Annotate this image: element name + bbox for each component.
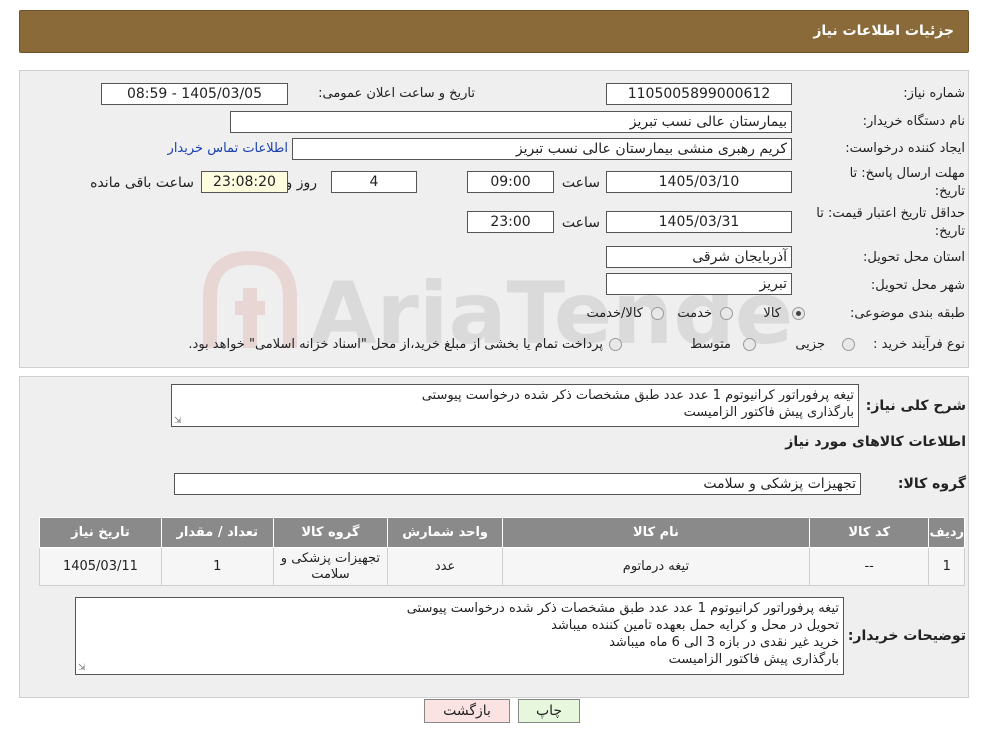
validity-time-field: 23:00 — [467, 211, 554, 233]
need-number-field: 1105005899000612 — [606, 83, 792, 105]
days-remaining-field: 4 — [331, 171, 417, 193]
announce-field: 1405/03/05 - 08:59 — [101, 83, 288, 105]
announce-label: تاریخ و ساعت اعلان عمومی: — [318, 86, 475, 101]
deadline-date-field: 1405/03/10 — [606, 171, 792, 193]
contact-buyer-link[interactable]: اطلاعات تماس خریدار — [168, 141, 288, 156]
page-title: جزئیات اطلاعات نیاز — [813, 23, 954, 39]
cell-unit: عدد — [387, 547, 503, 586]
category-option-goods: کالا — [763, 306, 781, 321]
buyer-notes-line-3: خرید غیر نقدی در بازه 3 الی 6 ماه میباشد — [609, 635, 839, 650]
cell-group: تجهیزات پزشکی و سلامت — [272, 547, 389, 586]
purchase-option-medium: متوسط — [690, 337, 731, 352]
need-description-textarea[interactable]: تیغه پرفوراتور کرانیوتوم 1 عدد عدد طبق م… — [171, 384, 859, 427]
col-code: کد کالا — [808, 517, 930, 548]
remaining-time-field: 23:08:20 — [201, 171, 288, 193]
category-label: طبقه بندی موضوعی: — [849, 306, 965, 321]
goods-group-field: تجهیزات پزشکی و سلامت — [174, 473, 861, 495]
buyer-notes-line-4: بارگذاری پیش فاکتور الزامیست — [668, 652, 839, 667]
goods-group-label: گروه کالا: — [897, 476, 966, 492]
purchase-radio-minor[interactable] — [842, 338, 855, 351]
goods-info-title: اطلاعات کالاهای مورد نیاز — [785, 434, 966, 450]
buyer-notes-line-2: تحویل در محل و کرایه حمل بعهده تامین کنن… — [551, 618, 839, 633]
province-label: استان محل تحویل: — [863, 250, 965, 265]
col-date: تاریخ نیاز — [39, 517, 162, 548]
buyer-notes-line-1: تیغه پرفوراتور کرانیوتوم 1 عدد عدد طبق م… — [406, 601, 839, 616]
need-description-line-1: تیغه پرفوراتور کرانیوتوم 1 عدد عدد طبق م… — [421, 388, 854, 403]
validity-label-line1: حداقل تاریخ اعتبار قیمت: تا — [816, 206, 965, 221]
validity-date-field: 1405/03/31 — [606, 211, 792, 233]
resize-handle-icon[interactable]: ⇲ — [174, 416, 182, 426]
purchase-radio-medium[interactable] — [743, 338, 756, 351]
category-radio-goods-service[interactable] — [651, 307, 664, 320]
buyer-notes-textarea[interactable]: تیغه پرفوراتور کرانیوتوم 1 عدد عدد طبق م… — [75, 597, 844, 675]
cell-date: 1405/03/11 — [39, 547, 162, 586]
validity-time-label: ساعت — [561, 215, 600, 231]
deadline-time-field: 09:00 — [467, 171, 554, 193]
col-row: ردیف — [928, 517, 965, 548]
print-button[interactable]: چاپ — [518, 699, 580, 723]
need-number-label: شماره نیاز: — [903, 86, 965, 101]
purchase-radio-treasury[interactable] — [609, 338, 622, 351]
goods-table-header-row: ردیف کد کالا نام کالا واحد شمارش گروه کا… — [39, 517, 965, 548]
table-row: 1 -- تیغه درماتوم عدد تجهیزات پزشکی و سل… — [39, 547, 965, 586]
category-radio-goods[interactable] — [792, 307, 805, 320]
cell-row: 1 — [928, 547, 965, 586]
buyer-org-field: بیمارستان عالی نسب تبریز — [230, 111, 792, 133]
purchase-type-label: نوع فرآیند خرید : — [873, 337, 965, 352]
page-header: جزئیات اطلاعات نیاز — [19, 10, 969, 53]
need-description-label: شرح کلی نیاز: — [865, 398, 966, 414]
remaining-time-label: ساعت باقی مانده — [90, 175, 194, 191]
cell-code: -- — [808, 547, 930, 586]
back-button[interactable]: بازگشت — [424, 699, 510, 723]
col-unit: واحد شمارش — [387, 517, 503, 548]
col-qty: تعداد / مقدار — [160, 517, 274, 548]
deadline-label-line1: مهلت ارسال پاسخ: تا — [849, 166, 965, 181]
buyer-notes-label: توضیحات خریدار: — [847, 628, 966, 644]
goods-table: ردیف کد کالا نام کالا واحد شمارش گروه کا… — [39, 517, 965, 586]
col-name: نام کالا — [501, 517, 810, 548]
category-radio-service[interactable] — [720, 307, 733, 320]
province-field: آذربایجان شرقی — [606, 246, 792, 268]
days-label: روز و — [285, 175, 318, 191]
deadline-time-label: ساعت — [561, 175, 600, 191]
validity-label-line2: تاریخ: — [934, 224, 965, 239]
city-field: تبریز — [606, 273, 792, 295]
city-label: شهر محل تحویل: — [870, 278, 965, 293]
col-group: گروه کالا — [272, 517, 389, 548]
requester-field: کریم رهبری منشی بیمارستان عالی نسب تبریز — [292, 138, 792, 160]
deadline-label-line2: تاریخ: — [934, 184, 965, 199]
resize-handle-icon[interactable]: ⇲ — [78, 663, 86, 673]
requester-label: ایجاد کننده درخواست: — [845, 141, 965, 156]
purchase-treasury-note: پرداخت تمام یا بخشی از مبلغ خرید،از محل … — [188, 337, 603, 352]
cell-qty: 1 — [160, 547, 274, 586]
category-option-service: خدمت — [677, 306, 712, 321]
purchase-option-minor: جزیی — [795, 337, 825, 352]
category-option-goods-service: کالا/خدمت — [586, 306, 643, 321]
buyer-org-label: نام دستگاه خریدار: — [862, 114, 965, 129]
cell-name: تیغه درماتوم — [501, 547, 810, 586]
need-description-line-2: بارگذاری پیش فاکتور الزامیست — [683, 405, 854, 420]
